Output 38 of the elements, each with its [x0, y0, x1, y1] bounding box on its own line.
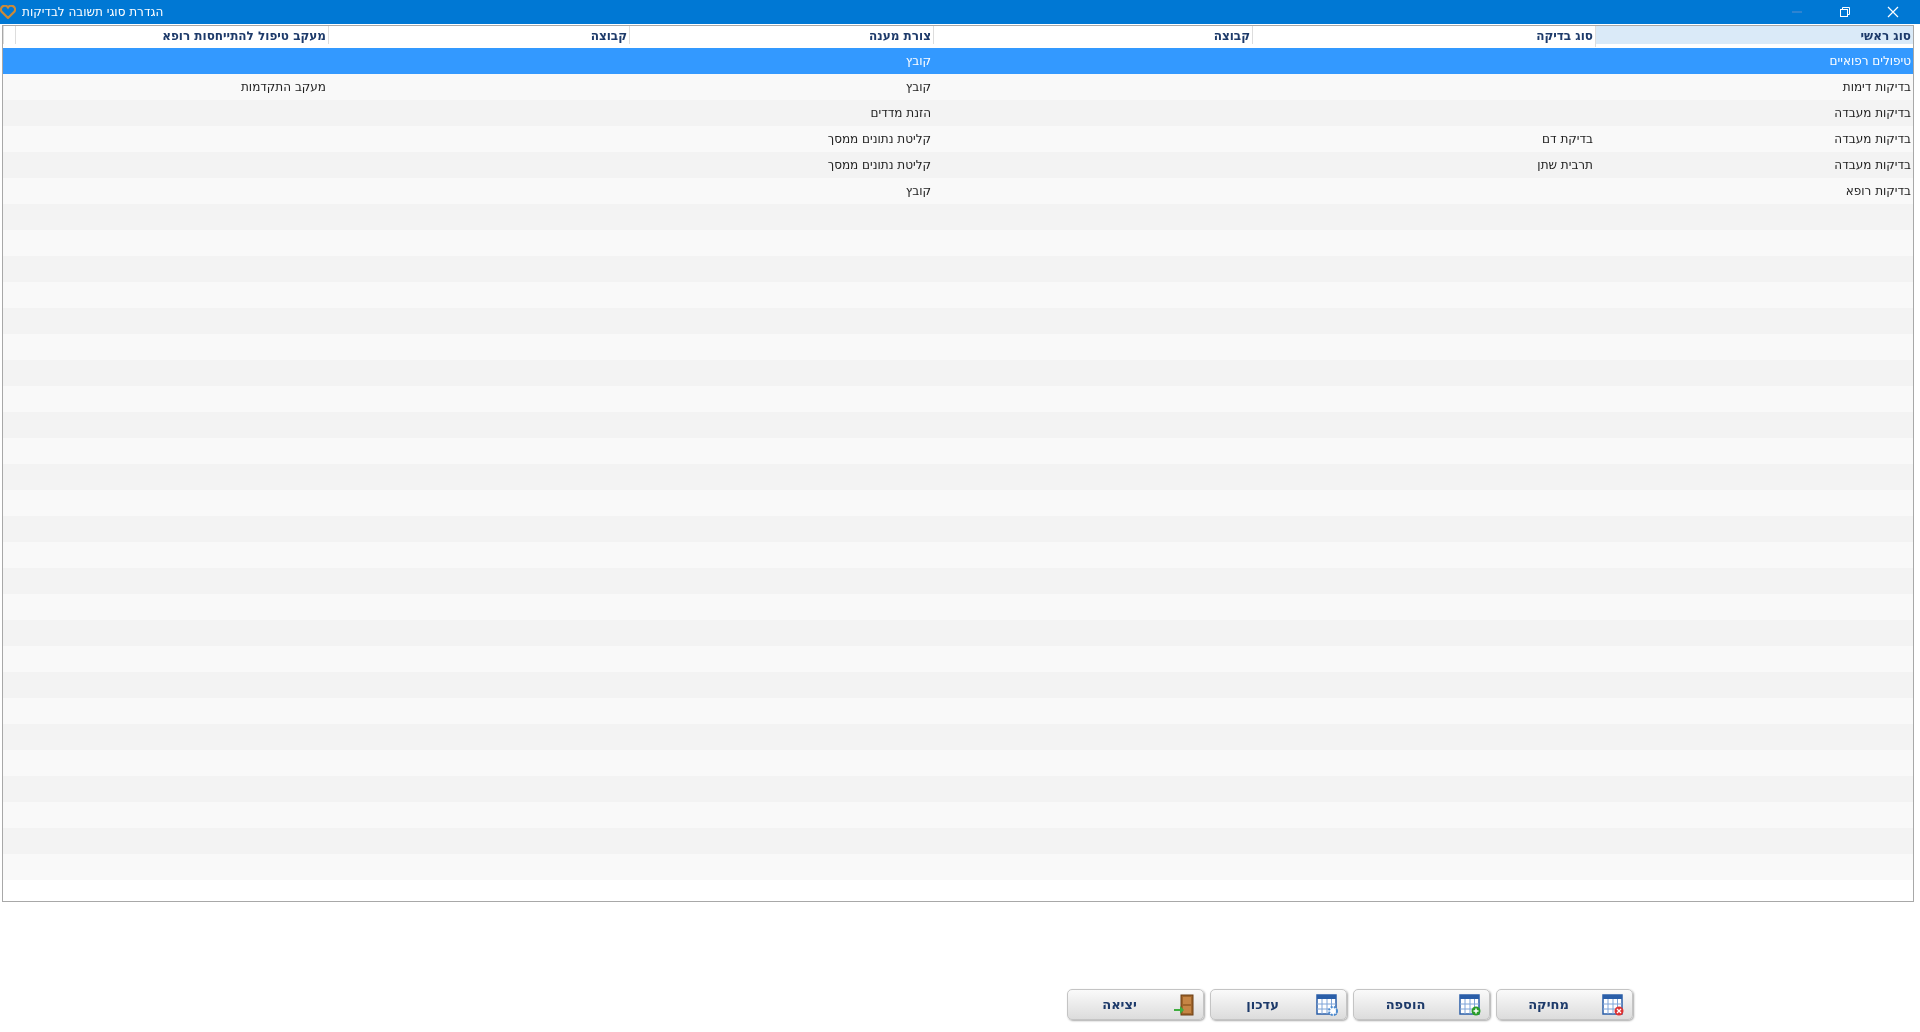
action-button[interactable]: מחיקה — [1496, 989, 1633, 1020]
column-header[interactable]: קבוצה — [328, 26, 629, 44]
column-header[interactable]: צורת מענה — [629, 26, 933, 44]
action-button[interactable]: יציאה — [1067, 989, 1204, 1020]
table-delete-icon — [1602, 993, 1624, 1016]
table-cell: קובץ — [905, 184, 931, 198]
table-row[interactable]: בדיקות מעבדה תרבית שתן קליטת נתונים ממסך — [3, 152, 1913, 178]
table-row[interactable]: בדיקות דימות קובץ מעקב התקדמות — [3, 74, 1913, 100]
table-settings-icon — [1316, 993, 1338, 1016]
door-icon — [1173, 993, 1195, 1016]
action-button[interactable]: עדכון — [1210, 989, 1347, 1020]
restore-icon[interactable] — [1839, 6, 1851, 18]
table-row[interactable]: בדיקות מעבדה בדיקת דם קליטת נתונים ממסך — [3, 126, 1913, 152]
table-cell: הזנת מדדים — [870, 106, 931, 120]
action-button[interactable]: הוספה — [1353, 989, 1490, 1020]
table-cell: בדיקות מעבדה — [1834, 158, 1911, 172]
table-cell: בדיקות מעבדה — [1834, 132, 1911, 146]
column-header[interactable]: מעקב טיפול להתייחסות רופא — [15, 26, 328, 44]
table-cell: בדיקות מעבדה — [1834, 106, 1911, 120]
table-cell: תרבית שתן — [1537, 158, 1593, 172]
table-add-icon — [1459, 993, 1481, 1016]
column-header[interactable]: סוג בדיקה — [1252, 26, 1595, 44]
table-cell: קליטת נתונים ממסך — [827, 158, 931, 172]
table-cell: קובץ — [905, 54, 931, 68]
table-cell: בדיקות רופא — [1845, 184, 1911, 198]
window-title: הגדרת סוגי תשובה לבדיקות — [22, 5, 164, 19]
table-row[interactable]: בדיקות רופא קובץ — [3, 178, 1913, 204]
heart-icon — [0, 5, 16, 19]
column-header[interactable]: סוג ראשי — [1595, 26, 1913, 44]
table-row[interactable]: בדיקות מעבדה הזנת מדדים — [3, 100, 1913, 126]
table-cell: בדיקות דימות — [1842, 80, 1911, 94]
table-cell: בדיקת דם — [1542, 132, 1593, 146]
table-cell: קליטת נתונים ממסך — [827, 132, 931, 146]
column-header[interactable]: קבוצה — [933, 26, 1252, 44]
table-cell: טיפולים רפואיים — [1829, 54, 1911, 68]
table-cell: מעקב התקדמות — [240, 80, 326, 94]
close-icon[interactable] — [1887, 6, 1899, 18]
table-cell: קובץ — [905, 80, 931, 94]
